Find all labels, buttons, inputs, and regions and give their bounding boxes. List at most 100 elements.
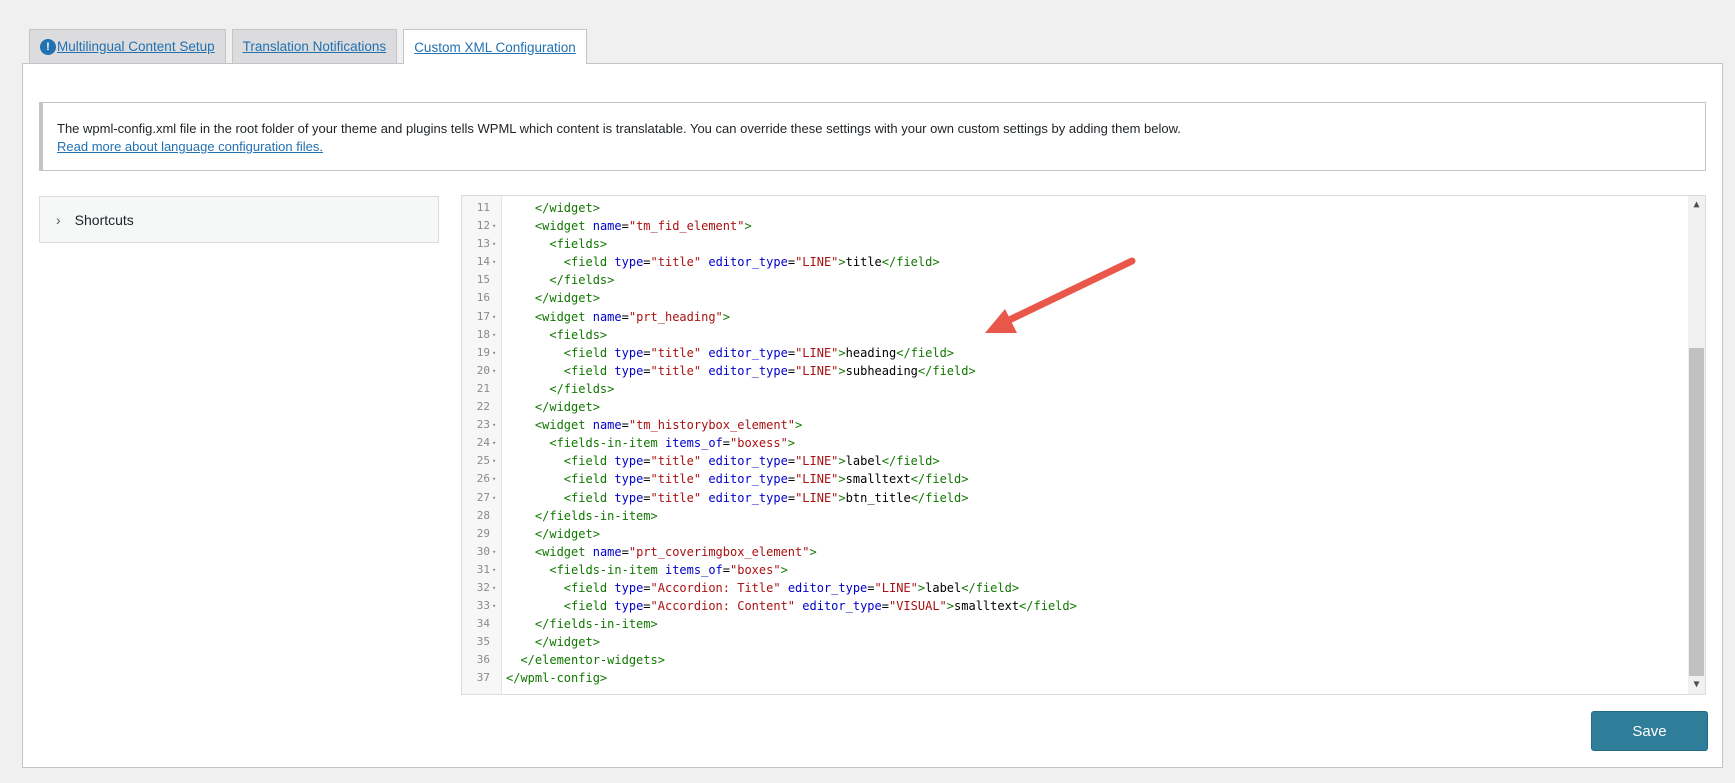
code-line: 26 ▾ <field type="title" editor_type="LIN… <box>462 470 1690 488</box>
info-icon: ! <box>40 38 56 55</box>
code-line: 30 ▾ <widget name="prt_coverimgbox_elemen… <box>462 543 1690 561</box>
scroll-up-icon[interactable]: ▲ <box>1688 198 1705 212</box>
scrollbar-thumb[interactable] <box>1689 348 1704 676</box>
info-notice: The wpml-config.xml file in the root fol… <box>39 102 1706 171</box>
line-number: 35 <box>476 635 490 649</box>
line-number: 11 <box>476 201 490 214</box>
fold-toggle-icon[interactable]: ▾ <box>492 235 496 253</box>
line-number: 30 <box>476 544 490 558</box>
line-number: 33 <box>476 599 490 613</box>
line-number: 26 <box>476 472 490 486</box>
code-line: 20 ▾ <field type="title" editor_type="LIN… <box>462 362 1690 380</box>
code-line: 35 </widget> <box>462 633 1690 651</box>
code-line: 31 ▾ <fields-in-item items_of="boxes"> <box>462 561 1690 579</box>
code-line: 19 ▾ <field type="title" editor_type="LIN… <box>462 344 1690 362</box>
code-text: <field type="Accordion: Title" editor_ty… <box>563 580 1020 595</box>
code-text: <field type="Accordion: Content" editor_… <box>563 599 1077 614</box>
fold-toggle-icon[interactable]: ▾ <box>492 579 496 597</box>
fold-toggle-icon[interactable]: ▾ <box>492 470 496 488</box>
code-text: </widget> <box>534 635 600 650</box>
line-number: 13 <box>476 237 490 251</box>
line-number: 21 <box>476 381 490 395</box>
line-number: 32 <box>476 580 490 594</box>
code-line: 22 </widget> <box>462 398 1690 416</box>
code-line: 25 ▾ <field type="title" editor_type="LIN… <box>462 452 1690 470</box>
code-line: 12 ▾ <widget name="tm_fid_element"> <box>462 217 1690 235</box>
fold-toggle-icon[interactable]: ▾ <box>492 344 496 362</box>
fold-toggle-icon[interactable]: ▾ <box>492 452 496 470</box>
code-line: 23 ▾ <widget name="tm_historybox_element"… <box>462 416 1690 434</box>
tab-label: Multilingual Content Setup <box>57 39 215 54</box>
line-number: 20 <box>476 363 490 377</box>
code-text: </fields-in-item> <box>534 617 658 632</box>
code-line: 27 ▾ <field type="title" editor_type="LIN… <box>462 489 1690 507</box>
tab-translation-notifications[interactable]: Translation Notifications <box>231 29 398 63</box>
fold-toggle-icon[interactable]: ▾ <box>492 217 496 235</box>
fold-toggle-icon[interactable]: ▾ <box>492 253 496 271</box>
tab-bar: ! Multilingual Content Setup Translation… <box>29 29 593 64</box>
code-text: <widget name="prt_heading"> <box>534 309 731 324</box>
line-number: 15 <box>476 273 490 287</box>
line-number: 16 <box>476 291 490 305</box>
code-line: 36 </elementor-widgets> <box>462 651 1690 669</box>
code-line: 11 </widget> <box>462 199 1690 217</box>
code-text: </fields-in-item> <box>534 508 658 523</box>
code-text: <field type="title" editor_type="LINE">s… <box>563 363 976 378</box>
fold-toggle-icon[interactable]: ▾ <box>492 308 496 326</box>
language-config-link[interactable]: Read more about language configuration f… <box>57 139 323 154</box>
scroll-down-icon[interactable]: ▼ <box>1688 678 1705 692</box>
line-number: 31 <box>476 562 490 576</box>
code-text: <widget name="prt_coverimgbox_element"> <box>534 544 817 559</box>
code-line: 21 </fields> <box>462 380 1690 398</box>
code-text: <fields-in-item items_of="boxes"> <box>549 562 788 577</box>
code-text: <field type="title" editor_type="LINE">t… <box>563 255 940 270</box>
editor-scrollbar[interactable]: ▲ ▼ <box>1688 196 1705 694</box>
shortcuts-toggle[interactable]: › Shortcuts <box>39 196 439 243</box>
code-text: <field type="title" editor_type="LINE">l… <box>563 454 940 469</box>
shortcuts-label: Shortcuts <box>74 211 134 228</box>
code-text: </widget> <box>534 400 600 415</box>
code-line: 29 </widget> <box>462 525 1690 543</box>
fold-toggle-icon[interactable]: ▾ <box>492 543 496 561</box>
annotation-arrow-icon <box>985 257 1136 333</box>
tab-custom-xml-configuration[interactable]: Custom XML Configuration <box>403 29 587 64</box>
code-text: <fields> <box>549 327 608 342</box>
code-text: </widget> <box>534 201 600 215</box>
code-text: <widget name="tm_historybox_element"> <box>534 418 803 433</box>
line-number: 23 <box>476 418 490 432</box>
code-text: </fields> <box>549 273 615 288</box>
code-text: </fields> <box>549 381 615 396</box>
fold-toggle-icon[interactable]: ▾ <box>492 326 496 344</box>
fold-toggle-icon[interactable]: ▾ <box>492 561 496 579</box>
line-number: 28 <box>476 508 490 522</box>
code-line: 37 </wpml-config> <box>462 669 1690 687</box>
code-line: 24 ▾ <fields-in-item items_of="boxess"> <box>462 434 1690 452</box>
line-number: 17 <box>476 309 490 323</box>
line-number: 19 <box>476 345 490 359</box>
code-text: </elementor-widgets> <box>520 653 665 668</box>
code-text: </widget> <box>534 526 600 541</box>
code-text: <fields-in-item items_of="boxess"> <box>549 436 796 451</box>
tab-multilingual-content-setup[interactable]: ! Multilingual Content Setup <box>29 29 226 63</box>
fold-toggle-icon[interactable]: ▾ <box>492 434 496 452</box>
fold-toggle-icon[interactable]: ▾ <box>492 489 496 507</box>
fold-toggle-icon[interactable]: ▾ <box>492 416 496 434</box>
line-number: 37 <box>476 671 490 685</box>
code-line: 13 ▾ <fields> <box>462 235 1690 253</box>
fold-toggle-icon[interactable]: ▾ <box>492 362 496 380</box>
save-button[interactable]: Save <box>1591 711 1708 751</box>
line-number: 22 <box>476 400 490 414</box>
code-line: 32 ▾ <field type="Accordion: Title" edito… <box>462 579 1690 597</box>
line-number: 18 <box>476 327 490 341</box>
fold-toggle-icon[interactable]: ▾ <box>492 597 496 615</box>
code-line: 28 </fields-in-item> <box>462 507 1690 525</box>
code-line: 33 ▾ <field type="Accordion: Content" edi… <box>462 597 1690 615</box>
tab-label: Translation Notifications <box>242 39 387 54</box>
code-text: <field type="title" editor_type="LINE">s… <box>563 472 969 487</box>
line-number: 29 <box>476 526 490 540</box>
line-number: 27 <box>476 490 490 504</box>
chevron-right-icon: › <box>56 211 61 228</box>
line-number: 36 <box>476 653 490 667</box>
code-line: 34 </fields-in-item> <box>462 615 1690 633</box>
code-text: <fields> <box>549 237 608 252</box>
